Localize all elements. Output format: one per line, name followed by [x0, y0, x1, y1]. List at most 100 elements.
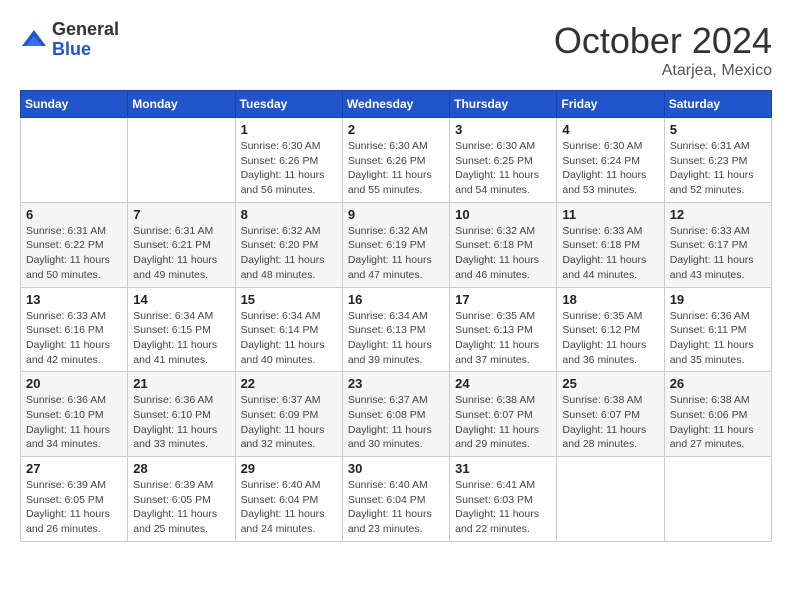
calendar-cell — [664, 457, 771, 542]
header: General Blue October 2024 Atarjea, Mexic… — [20, 20, 772, 80]
calendar-cell: 3 Sunrise: 6:30 AMSunset: 6:25 PMDaylight… — [450, 118, 557, 203]
day-number: 5 — [670, 122, 766, 137]
day-detail: Sunrise: 6:39 AMSunset: 6:05 PMDaylight:… — [26, 478, 122, 537]
header-day: Friday — [557, 91, 664, 118]
day-detail: Sunrise: 6:31 AMSunset: 6:23 PMDaylight:… — [670, 139, 766, 198]
calendar-cell: 30 Sunrise: 6:40 AMSunset: 6:04 PMDayligh… — [342, 457, 449, 542]
calendar-cell: 5 Sunrise: 6:31 AMSunset: 6:23 PMDaylight… — [664, 118, 771, 203]
day-number: 30 — [348, 461, 444, 476]
calendar-cell: 25Sunrise: 6:38 AMSunset: 6:07 PMDayligh… — [557, 372, 664, 457]
calendar-week-row: 27 Sunrise: 6:39 AMSunset: 6:05 PMDayligh… — [21, 457, 772, 542]
day-number: 26 — [670, 376, 766, 391]
day-number: 7 — [133, 207, 229, 222]
day-detail: Sunrise: 6:31 AMSunset: 6:21 PMDaylight:… — [133, 224, 229, 283]
day-detail: Sunrise: 6:31 AMSunset: 6:22 PMDaylight:… — [26, 224, 122, 283]
day-number: 22 — [241, 376, 337, 391]
calendar-week-row: 13 Sunrise: 6:33 AMSunset: 6:16 PMDayligh… — [21, 287, 772, 372]
logo-blue: Blue — [52, 40, 119, 60]
day-detail: Sunrise: 6:39 AMSunset: 6:05 PMDaylight:… — [133, 478, 229, 537]
day-detail: Sunrise: 6:40 AMSunset: 6:04 PMDaylight:… — [348, 478, 444, 537]
day-number: 19 — [670, 292, 766, 307]
header-day: Tuesday — [235, 91, 342, 118]
calendar-cell: 31 Sunrise: 6:41 AMSunset: 6:03 PMDayligh… — [450, 457, 557, 542]
logo: General Blue — [20, 20, 119, 60]
day-number: 4 — [562, 122, 658, 137]
header-day: Sunday — [21, 91, 128, 118]
calendar-cell: 28 Sunrise: 6:39 AMSunset: 6:05 PMDayligh… — [128, 457, 235, 542]
day-detail: Sunrise: 6:34 AMSunset: 6:14 PMDaylight:… — [241, 309, 337, 368]
day-detail: Sunrise: 6:32 AMSunset: 6:20 PMDaylight:… — [241, 224, 337, 283]
calendar-cell: 9Sunrise: 6:32 AMSunset: 6:19 PMDaylight… — [342, 202, 449, 287]
day-number: 28 — [133, 461, 229, 476]
calendar-cell: 17Sunrise: 6:35 AMSunset: 6:13 PMDayligh… — [450, 287, 557, 372]
calendar-cell: 19Sunrise: 6:36 AMSunset: 6:11 PMDayligh… — [664, 287, 771, 372]
calendar-cell: 18 Sunrise: 6:35 AMSunset: 6:12 PMDayligh… — [557, 287, 664, 372]
day-number: 21 — [133, 376, 229, 391]
day-detail: Sunrise: 6:34 AMSunset: 6:13 PMDaylight:… — [348, 309, 444, 368]
calendar-cell: 22 Sunrise: 6:37 AMSunset: 6:09 PMDayligh… — [235, 372, 342, 457]
logo-text: General Blue — [52, 20, 119, 60]
calendar-cell: 23Sunrise: 6:37 AMSunset: 6:08 PMDayligh… — [342, 372, 449, 457]
day-number: 29 — [241, 461, 337, 476]
calendar-body: 1Sunrise: 6:30 AMSunset: 6:26 PMDaylight… — [21, 118, 772, 542]
title-area: October 2024 Atarjea, Mexico — [554, 20, 772, 80]
calendar-cell: 27 Sunrise: 6:39 AMSunset: 6:05 PMDayligh… — [21, 457, 128, 542]
day-detail: Sunrise: 6:33 AMSunset: 6:16 PMDaylight:… — [26, 309, 122, 368]
day-number: 25 — [562, 376, 658, 391]
calendar-cell: 24 Sunrise: 6:38 AMSunset: 6:07 PMDayligh… — [450, 372, 557, 457]
day-number: 6 — [26, 207, 122, 222]
calendar-cell: 21 Sunrise: 6:36 AMSunset: 6:10 PMDayligh… — [128, 372, 235, 457]
header-day: Monday — [128, 91, 235, 118]
calendar-cell: 15 Sunrise: 6:34 AMSunset: 6:14 PMDayligh… — [235, 287, 342, 372]
calendar-cell — [128, 118, 235, 203]
calendar-cell: 13 Sunrise: 6:33 AMSunset: 6:16 PMDayligh… — [21, 287, 128, 372]
day-detail: Sunrise: 6:37 AMSunset: 6:09 PMDaylight:… — [241, 393, 337, 452]
location: Atarjea, Mexico — [554, 62, 772, 80]
day-number: 31 — [455, 461, 551, 476]
day-detail: Sunrise: 6:35 AMSunset: 6:12 PMDaylight:… — [562, 309, 658, 368]
logo-general: General — [52, 20, 119, 40]
calendar-week-row: 6 Sunrise: 6:31 AMSunset: 6:22 PMDaylight… — [21, 202, 772, 287]
day-detail: Sunrise: 6:37 AMSunset: 6:08 PMDaylight:… — [348, 393, 444, 452]
day-detail: Sunrise: 6:40 AMSunset: 6:04 PMDaylight:… — [241, 478, 337, 537]
day-detail: Sunrise: 6:38 AMSunset: 6:07 PMDaylight:… — [455, 393, 551, 452]
day-number: 11 — [562, 207, 658, 222]
day-detail: Sunrise: 6:35 AMSunset: 6:13 PMDaylight:… — [455, 309, 551, 368]
logo-icon — [20, 26, 48, 54]
calendar-cell: 11 Sunrise: 6:33 AMSunset: 6:18 PMDayligh… — [557, 202, 664, 287]
day-detail: Sunrise: 6:32 AMSunset: 6:18 PMDaylight:… — [455, 224, 551, 283]
day-detail: Sunrise: 6:36 AMSunset: 6:10 PMDaylight:… — [26, 393, 122, 452]
calendar-cell: 26 Sunrise: 6:38 AMSunset: 6:06 PMDayligh… — [664, 372, 771, 457]
calendar-cell: 6 Sunrise: 6:31 AMSunset: 6:22 PMDaylight… — [21, 202, 128, 287]
day-detail: Sunrise: 6:34 AMSunset: 6:15 PMDaylight:… — [133, 309, 229, 368]
day-detail: Sunrise: 6:30 AMSunset: 6:25 PMDaylight:… — [455, 139, 551, 198]
calendar-cell: 20 Sunrise: 6:36 AMSunset: 6:10 PMDayligh… — [21, 372, 128, 457]
calendar-cell: 1Sunrise: 6:30 AMSunset: 6:26 PMDaylight… — [235, 118, 342, 203]
day-detail: Sunrise: 6:36 AMSunset: 6:10 PMDaylight:… — [133, 393, 229, 452]
day-number: 1 — [241, 122, 337, 137]
day-detail: Sunrise: 6:38 AMSunset: 6:06 PMDaylight:… — [670, 393, 766, 452]
calendar-header: SundayMondayTuesdayWednesdayThursdayFrid… — [21, 91, 772, 118]
day-number: 13 — [26, 292, 122, 307]
day-detail: Sunrise: 6:33 AMSunset: 6:18 PMDaylight:… — [562, 224, 658, 283]
day-number: 9 — [348, 207, 444, 222]
calendar-cell: 29 Sunrise: 6:40 AMSunset: 6:04 PMDayligh… — [235, 457, 342, 542]
calendar-cell: 4Sunrise: 6:30 AMSunset: 6:24 PMDaylight… — [557, 118, 664, 203]
calendar-cell: 7 Sunrise: 6:31 AMSunset: 6:21 PMDaylight… — [128, 202, 235, 287]
day-number: 18 — [562, 292, 658, 307]
day-number: 24 — [455, 376, 551, 391]
day-detail: Sunrise: 6:33 AMSunset: 6:17 PMDaylight:… — [670, 224, 766, 283]
day-number: 8 — [241, 207, 337, 222]
header-day: Thursday — [450, 91, 557, 118]
calendar-cell: 2Sunrise: 6:30 AMSunset: 6:26 PMDaylight… — [342, 118, 449, 203]
day-number: 27 — [26, 461, 122, 476]
day-number: 2 — [348, 122, 444, 137]
header-day: Wednesday — [342, 91, 449, 118]
day-number: 10 — [455, 207, 551, 222]
day-detail: Sunrise: 6:41 AMSunset: 6:03 PMDaylight:… — [455, 478, 551, 537]
day-number: 15 — [241, 292, 337, 307]
day-number: 3 — [455, 122, 551, 137]
calendar-cell: 10 Sunrise: 6:32 AMSunset: 6:18 PMDayligh… — [450, 202, 557, 287]
calendar-cell — [21, 118, 128, 203]
day-number: 20 — [26, 376, 122, 391]
